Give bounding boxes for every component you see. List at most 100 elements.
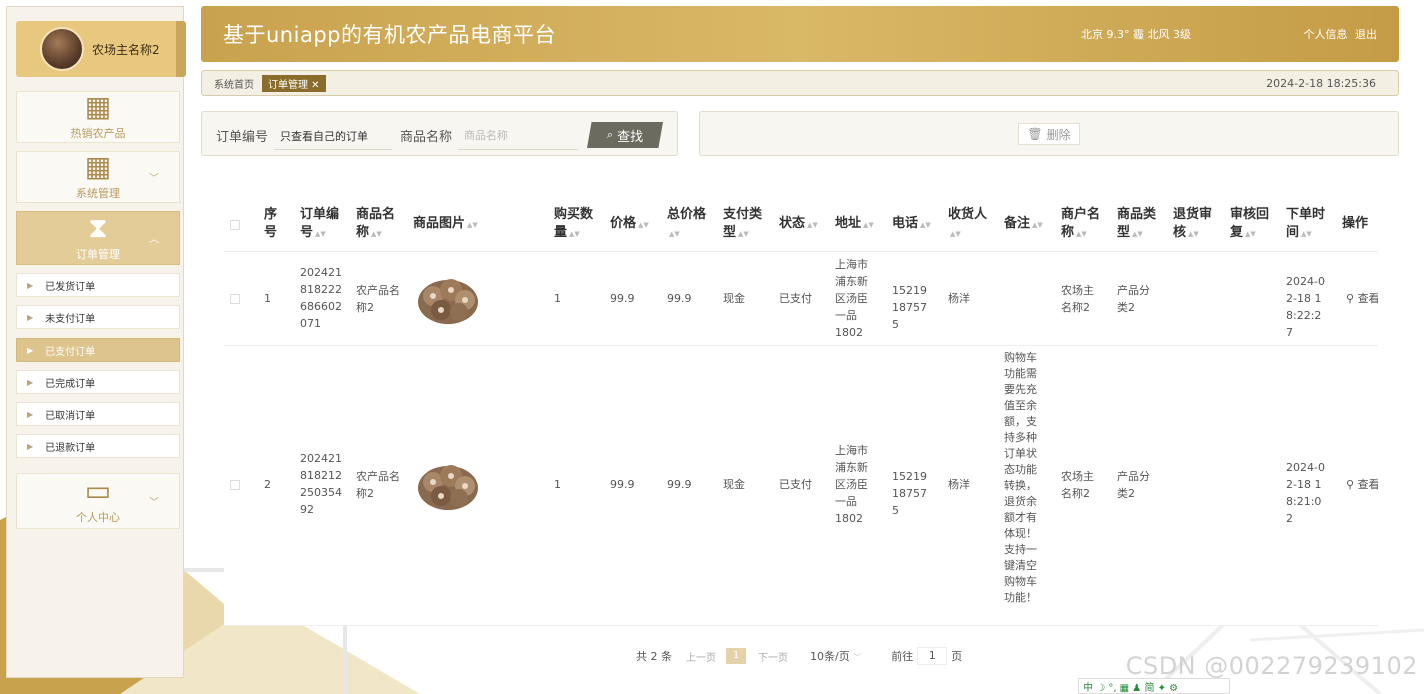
row-checkbox[interactable] <box>230 294 240 304</box>
col-address[interactable]: 地址 ▲▼ <box>835 215 881 234</box>
col-index[interactable]: 序号 <box>264 206 286 242</box>
chevron-down-icon: ﹀ <box>853 653 862 662</box>
sub-item-label: 已退款订单 <box>45 442 96 454</box>
order-no-label: 订单编号 <box>216 130 269 145</box>
chevron-down-icon: ﹀ <box>149 497 159 509</box>
cell-product-name: 农产品名称2 <box>356 284 400 314</box>
col-product-image[interactable]: 商品图片 ▲▼ <box>413 215 503 234</box>
sidebar-item-unpaid-orders[interactable]: ▶ 未支付订单 <box>16 305 180 329</box>
cell-receiver: 杨洋 <box>948 292 970 305</box>
menu-label: 系统管理 <box>76 187 120 200</box>
caret-right-icon: ▶ <box>27 280 34 290</box>
select-all-checkbox[interactable] <box>230 220 240 230</box>
cell-phone: 15219187575 <box>892 470 927 517</box>
caret-right-icon: ▶ <box>27 441 34 451</box>
sidebar-item-refunded-orders[interactable]: ▶ 已退款订单 <box>16 434 180 458</box>
col-operation: 操作 <box>1342 216 1369 231</box>
cell-pay-type: 现金 <box>723 478 745 491</box>
view-button[interactable]: ⚲ 查看 <box>1346 290 1378 307</box>
pager-next[interactable]: 下一页 <box>758 649 788 664</box>
delete-button-label: 删除 <box>1046 127 1071 142</box>
logout-link[interactable]: 退出 <box>1355 28 1377 41</box>
cell-order-time: 2024-02-18 18:21:02 <box>1286 461 1325 525</box>
pager-size-select[interactable]: 10条/页 ﹀ <box>810 648 861 664</box>
col-price[interactable]: 价格 ▲▼ <box>610 215 656 234</box>
cell-order-no: 202421818222686602071 <box>300 266 342 330</box>
table-row: 1 202421818222686602071 农产品名称2 1 99.9 99… <box>224 252 1378 346</box>
user-card[interactable]: 农场主名称2 <box>16 21 186 77</box>
chevron-down-icon: ﹀ <box>149 173 159 185</box>
pagination: 共 2 条 上一页 1 下一页 10条/页 ﹀ 前往 1 页 <box>636 647 962 665</box>
table-header: 序号 订单编号 ▲▼ 商品名称 ▲▼ 商品图片 ▲▼ 购买数量 ▲▼ 价格 ▲▼ 总价格▲… <box>224 196 1378 252</box>
sidebar-item-completed-orders[interactable]: ▶ 已完成订单 <box>16 370 180 394</box>
search-icon: ⚲ <box>1346 478 1355 491</box>
menu-order-management[interactable]: ⧗ 订单管理 ︿ <box>16 211 180 265</box>
weather-info: 北京 9.3° 霾 北风 3级 <box>1081 28 1191 41</box>
cell-pay-type: 现金 <box>723 292 745 305</box>
search-panel: 订单编号 商品名称 ⌕ 查找 <box>201 111 678 156</box>
cell-index: 1 <box>264 292 271 305</box>
product-image[interactable] <box>413 452 483 516</box>
product-name-input[interactable] <box>458 122 578 150</box>
sidebar-item-cancelled-orders[interactable]: ▶ 已取消订单 <box>16 402 180 426</box>
app-title: 基于uniapp的有机农产品电商平台 <box>223 23 556 47</box>
menu-system-management[interactable]: ▦ 系统管理 ﹀ <box>16 151 180 203</box>
col-pay-type[interactable]: 支付类型 ▲▼ <box>723 206 769 243</box>
pager-total: 共 2 条 <box>636 650 672 663</box>
header-links: 个人信息 退出 <box>1300 26 1378 42</box>
csdn-watermark: CSDN @00227923910​2 <box>1125 652 1418 680</box>
col-product-name[interactable]: 商品名称 ▲▼ <box>356 206 400 243</box>
menu-label: 订单管理 <box>76 248 120 261</box>
menu-hot-products[interactable]: ▦ 热销农产品 <box>16 91 180 143</box>
pager-page-unit: 页 <box>951 650 963 663</box>
col-receiver[interactable]: 收货人▲▼ <box>948 206 994 243</box>
cell-order-time: 2024-02-18 18:22:27 <box>1286 275 1325 339</box>
order-no-input[interactable] <box>274 122 392 150</box>
delete-button[interactable]: 🗑 删除 <box>1018 123 1080 145</box>
pager-goto-input[interactable]: 1 <box>917 647 948 665</box>
breadcrumb-home[interactable]: 系统首页 <box>214 76 254 91</box>
find-button[interactable]: ⌕ 查找 <box>587 122 663 148</box>
pager-current-page[interactable]: 1 <box>726 648 746 664</box>
sub-item-label: 已完成订单 <box>45 378 96 390</box>
cell-category: 产品分类2 <box>1117 470 1150 500</box>
col-merchant[interactable]: 商户名称 ▲▼ <box>1061 206 1107 243</box>
col-order-time[interactable]: 下单时间 ▲▼ <box>1286 206 1332 243</box>
user-flag-decoration <box>176 21 186 77</box>
product-image[interactable] <box>413 266 483 330</box>
grid-icon: ▦ <box>84 90 112 123</box>
view-button[interactable]: ⚲ 查看 <box>1346 476 1378 493</box>
menu-label: 热销农产品 <box>70 127 126 140</box>
sidebar-item-paid-orders[interactable]: ▶ 已支付订单 <box>16 338 180 362</box>
search-icon: ⌕ <box>606 128 614 141</box>
pager-prev[interactable]: 上一页 <box>686 649 716 664</box>
col-review-reply[interactable]: 审核回复 ▲▼ <box>1230 206 1276 243</box>
cell-address: 上海市浦东新区汤臣一品1802 <box>835 444 868 525</box>
cell-product-name: 农产品名称2 <box>356 470 400 500</box>
sidebar-item-shipped-orders[interactable]: ▶ 已发货订单 <box>16 273 180 297</box>
cell-merchant: 农场主名称2 <box>1061 470 1094 500</box>
sidebar: 农场主名称2 ▦ 热销农产品 ▦ 系统管理 ﹀ ⧗ 订单管理 ︿ ▶ 已发货订单… <box>6 6 186 678</box>
cell-address: 上海市浦东新区汤臣一品1802 <box>835 258 868 339</box>
cell-order-no: 20242181821225035492 <box>300 452 342 516</box>
col-status[interactable]: 状态 ▲▼ <box>779 215 825 234</box>
cell-merchant: 农场主名称2 <box>1061 284 1094 314</box>
col-qty[interactable]: 购买数量 ▲▼ <box>554 206 602 243</box>
breadcrumb: 系统首页 订单管理 ✕ 2024-2-18 18:25:36 <box>201 70 1399 96</box>
col-category[interactable]: 商品类型 ▲▼ <box>1117 206 1163 243</box>
cell-qty: 1 <box>554 478 561 491</box>
cell-index: 2 <box>264 478 271 491</box>
tab-order-management[interactable]: 订单管理 ✕ <box>262 74 326 92</box>
menu-personal-center[interactable]: ▭ 个人中心 ﹀ <box>16 473 180 529</box>
row-checkbox[interactable] <box>230 480 240 490</box>
col-phone[interactable]: 电话 ▲▼ <box>892 215 938 234</box>
ime-tray[interactable]: 中 ☽ °, ▦ ♟ 简 ✦ ⚙ <box>1078 678 1230 694</box>
col-remark[interactable]: 备注 ▲▼ <box>1004 215 1050 234</box>
col-order-no[interactable]: 订单编号 ▲▼ <box>300 206 346 243</box>
col-return-review[interactable]: 退货审核 ▲▼ <box>1173 206 1219 243</box>
menu-label: 个人中心 <box>76 511 120 524</box>
sub-item-label: 已取消订单 <box>45 410 96 422</box>
col-total[interactable]: 总价格▲▼ <box>667 206 713 243</box>
profile-link[interactable]: 个人信息 <box>1304 28 1348 41</box>
orders-table: 序号 订单编号 ▲▼ 商品名称 ▲▼ 商品图片 ▲▼ 购买数量 ▲▼ 价格 ▲▼ 总价格▲… <box>224 196 1378 626</box>
